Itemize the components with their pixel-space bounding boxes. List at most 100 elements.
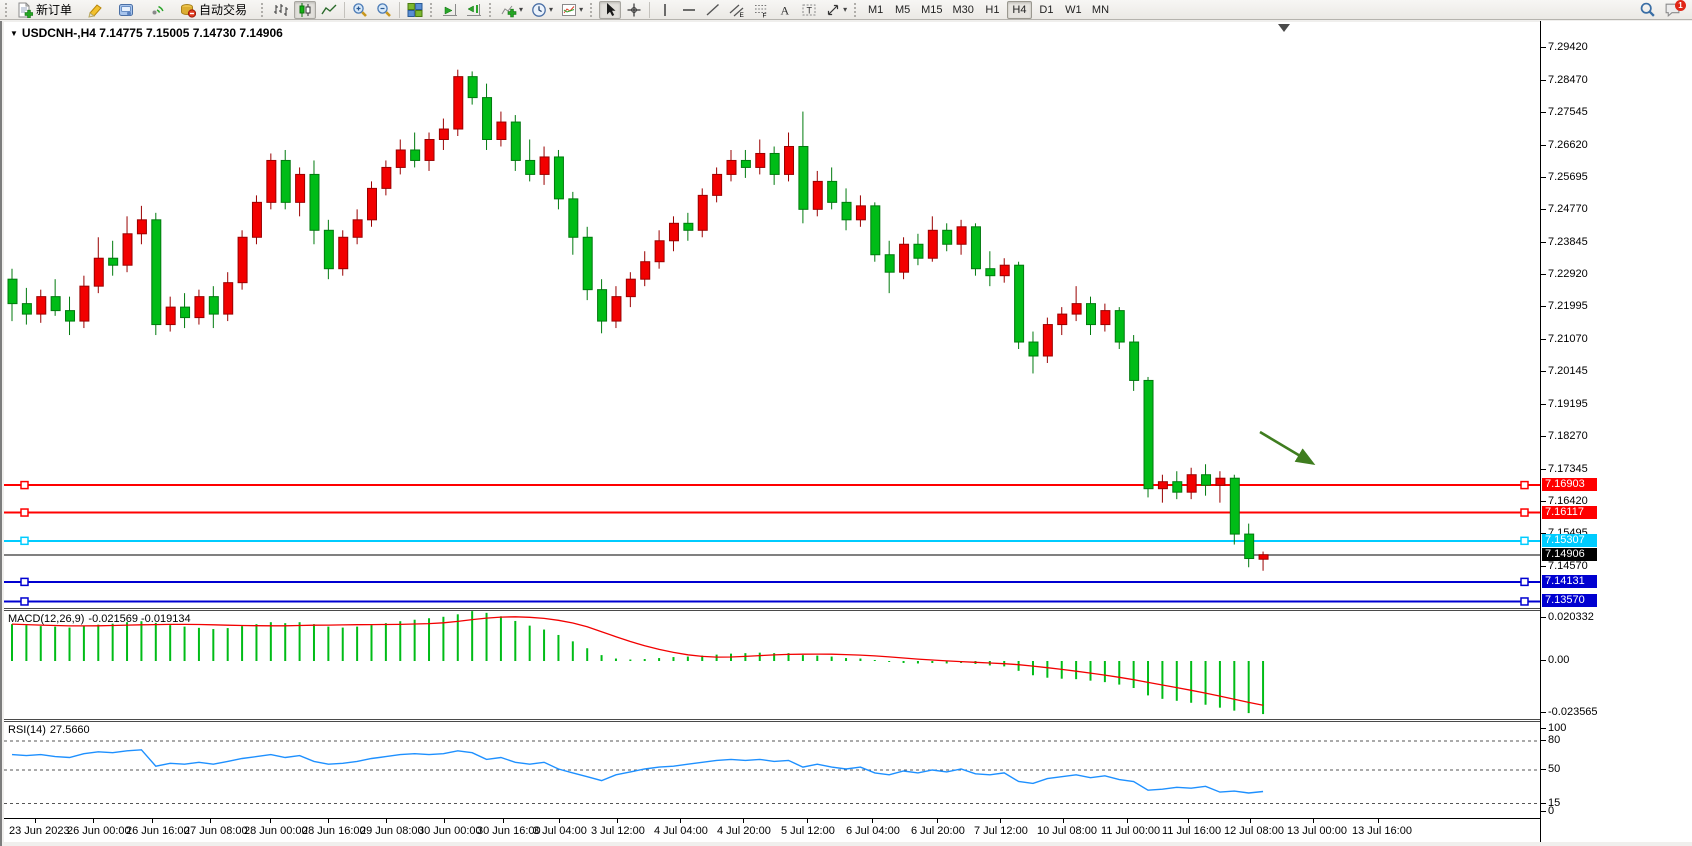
timeframe-m1-button[interactable]: M1 — [863, 1, 888, 19]
line-handle[interactable] — [1521, 509, 1528, 516]
price-scale[interactable]: 7.294207.284707.275457.266207.256957.247… — [1540, 21, 1692, 842]
timeframe-h4-button[interactable]: H4 — [1007, 1, 1032, 19]
line-chart-button[interactable] — [318, 1, 340, 19]
time-axis[interactable]: 23 Jun 202326 Jun 00:0026 Jun 16:0027 Ju… — [4, 818, 1540, 842]
autotrading-button[interactable]: 自动交易 — [177, 1, 250, 19]
top-toolbar: 新订单 自动交易 ▾ — [0, 0, 1692, 20]
periods-button[interactable]: ▾ — [528, 1, 556, 19]
fibonacci-button[interactable]: F — [750, 1, 772, 19]
timeframe-m5-button[interactable]: M5 — [890, 1, 915, 19]
resistance-line-1-price-tag[interactable]: 7.16903 — [1542, 478, 1597, 491]
line-handle[interactable] — [21, 509, 28, 516]
add-indicator-button[interactable]: ▾ — [498, 1, 526, 19]
timeframe-mn-button[interactable]: MN — [1088, 1, 1113, 19]
time-tick-label: 4 Jul 04:00 — [654, 825, 708, 837]
support-line-cyan-price-tag[interactable]: 7.15307 — [1542, 534, 1597, 547]
auto-scroll-button[interactable] — [439, 1, 461, 19]
text-button[interactable]: A — [774, 1, 796, 19]
support-line-blue-2-price-tag[interactable]: 7.13570 — [1542, 594, 1597, 607]
toolbar-grip[interactable] — [489, 3, 493, 17]
candlestick-chart-button[interactable] — [294, 1, 316, 19]
chart-shift-button[interactable] — [463, 1, 485, 19]
toolbar-grip[interactable] — [430, 3, 434, 17]
zoom-out-button[interactable] — [373, 1, 395, 19]
horizontal-line-button[interactable] — [678, 1, 700, 19]
search-icon — [1639, 1, 1656, 18]
vertical-line-button[interactable] — [654, 1, 676, 19]
price-tick-label: 7.19195 — [1548, 398, 1588, 410]
line-handle[interactable] — [21, 598, 28, 605]
price-tick-label: 7.27545 — [1548, 106, 1588, 118]
line-handle[interactable] — [1521, 482, 1528, 489]
price-tick-label: 7.25695 — [1548, 171, 1588, 183]
main-price-pane[interactable] — [4, 22, 1540, 608]
bar-chart-icon — [273, 2, 289, 18]
search-button[interactable] — [1636, 1, 1659, 19]
rsi-pane[interactable] — [4, 722, 1540, 818]
chevron-down-icon: ▾ — [549, 5, 553, 14]
marker-button[interactable] — [84, 1, 106, 19]
toolbar-grip[interactable] — [5, 3, 9, 17]
timeframe-m30-button[interactable]: M30 — [949, 1, 978, 19]
time-tick — [386, 819, 387, 823]
trendline-button[interactable] — [702, 1, 724, 19]
time-tick — [328, 819, 329, 823]
current-price-line-price-tag[interactable]: 7.14906 — [1542, 548, 1597, 561]
price-tick-label: 7.21995 — [1548, 300, 1588, 312]
tile-windows-icon — [407, 2, 423, 18]
new-order-button[interactable]: 新订单 — [14, 1, 75, 19]
support-line-blue-1-price-tag[interactable]: 7.14131 — [1542, 575, 1597, 588]
line-handle[interactable] — [21, 482, 28, 489]
notifications-button[interactable]: 1 — [1661, 1, 1684, 19]
timeframe-h1-button[interactable]: H1 — [980, 1, 1005, 19]
price-tick-label: 7.18270 — [1548, 430, 1588, 442]
time-tick-label: 23 Jun 2023 — [9, 825, 70, 837]
arrow-annotation[interactable] — [1260, 432, 1312, 463]
chart-shift-marker[interactable] — [1278, 24, 1290, 32]
template-button[interactable]: ▾ — [558, 1, 586, 19]
marker-icon — [87, 2, 103, 18]
zoom-in-button[interactable] — [349, 1, 371, 19]
line-handle[interactable] — [21, 578, 28, 585]
label-button[interactable]: T — [798, 1, 820, 19]
chart-title: ▼USDCNH-,H4 7.14775 7.15005 7.14730 7.14… — [10, 26, 283, 40]
timeframe-m15-button[interactable]: M15 — [917, 1, 946, 19]
timeframe-d1-button[interactable]: D1 — [1034, 1, 1059, 19]
cursor-button[interactable] — [599, 1, 621, 19]
signals-icon — [149, 2, 165, 18]
line-handle[interactable] — [1521, 578, 1528, 585]
toolbar-grip[interactable] — [261, 3, 265, 17]
toolbar-grip[interactable] — [590, 3, 594, 17]
chart-window: ▼USDCNH-,H4 7.14775 7.15005 7.14730 7.14… — [0, 21, 1692, 846]
toolbar-grip[interactable] — [854, 3, 858, 17]
time-tick — [270, 819, 271, 823]
one-click-expand-icon[interactable]: ▼ — [10, 29, 18, 38]
time-tick-label: 30 Jun 00:00 — [418, 825, 482, 837]
resistance-line-2-price-tag[interactable]: 7.16117 — [1542, 506, 1597, 519]
price-tick-label: 7.28470 — [1548, 74, 1588, 86]
tile-windows-button[interactable] — [404, 1, 426, 19]
timeframe-w1-button[interactable]: W1 — [1061, 1, 1086, 19]
line-handle[interactable] — [1521, 537, 1528, 544]
channel-button[interactable]: E — [726, 1, 748, 19]
macd-pane[interactable] — [4, 611, 1540, 719]
rsi-scale-label: 100 — [1548, 722, 1566, 734]
candlestick-chart-icon — [297, 2, 313, 18]
crosshair-button[interactable] — [623, 1, 645, 19]
metaeditor-button[interactable] — [115, 1, 137, 19]
arrows-button[interactable]: ▾ — [822, 1, 850, 19]
line-handle[interactable] — [1521, 598, 1528, 605]
time-tick-label: 6 Jul 04:00 — [846, 825, 900, 837]
time-tick — [1250, 819, 1251, 823]
time-tick-label: 26 Jun 16:00 — [126, 825, 190, 837]
signals-button[interactable] — [146, 1, 168, 19]
macd-indicator-label: MACD(12,26,9)-0.021569 -0.019134 — [8, 613, 195, 625]
time-tick-label: 30 Jun 16:00 — [477, 825, 541, 837]
macd-values: -0.021569 -0.019134 — [88, 613, 190, 625]
cursor-icon — [602, 2, 618, 18]
time-tick-label: 11 Jul 16:00 — [1162, 825, 1221, 837]
line-handle[interactable] — [21, 537, 28, 544]
bar-chart-button[interactable] — [270, 1, 292, 19]
chevron-down-icon: ▾ — [843, 5, 847, 14]
price-tick-label: 7.21070 — [1548, 333, 1588, 345]
